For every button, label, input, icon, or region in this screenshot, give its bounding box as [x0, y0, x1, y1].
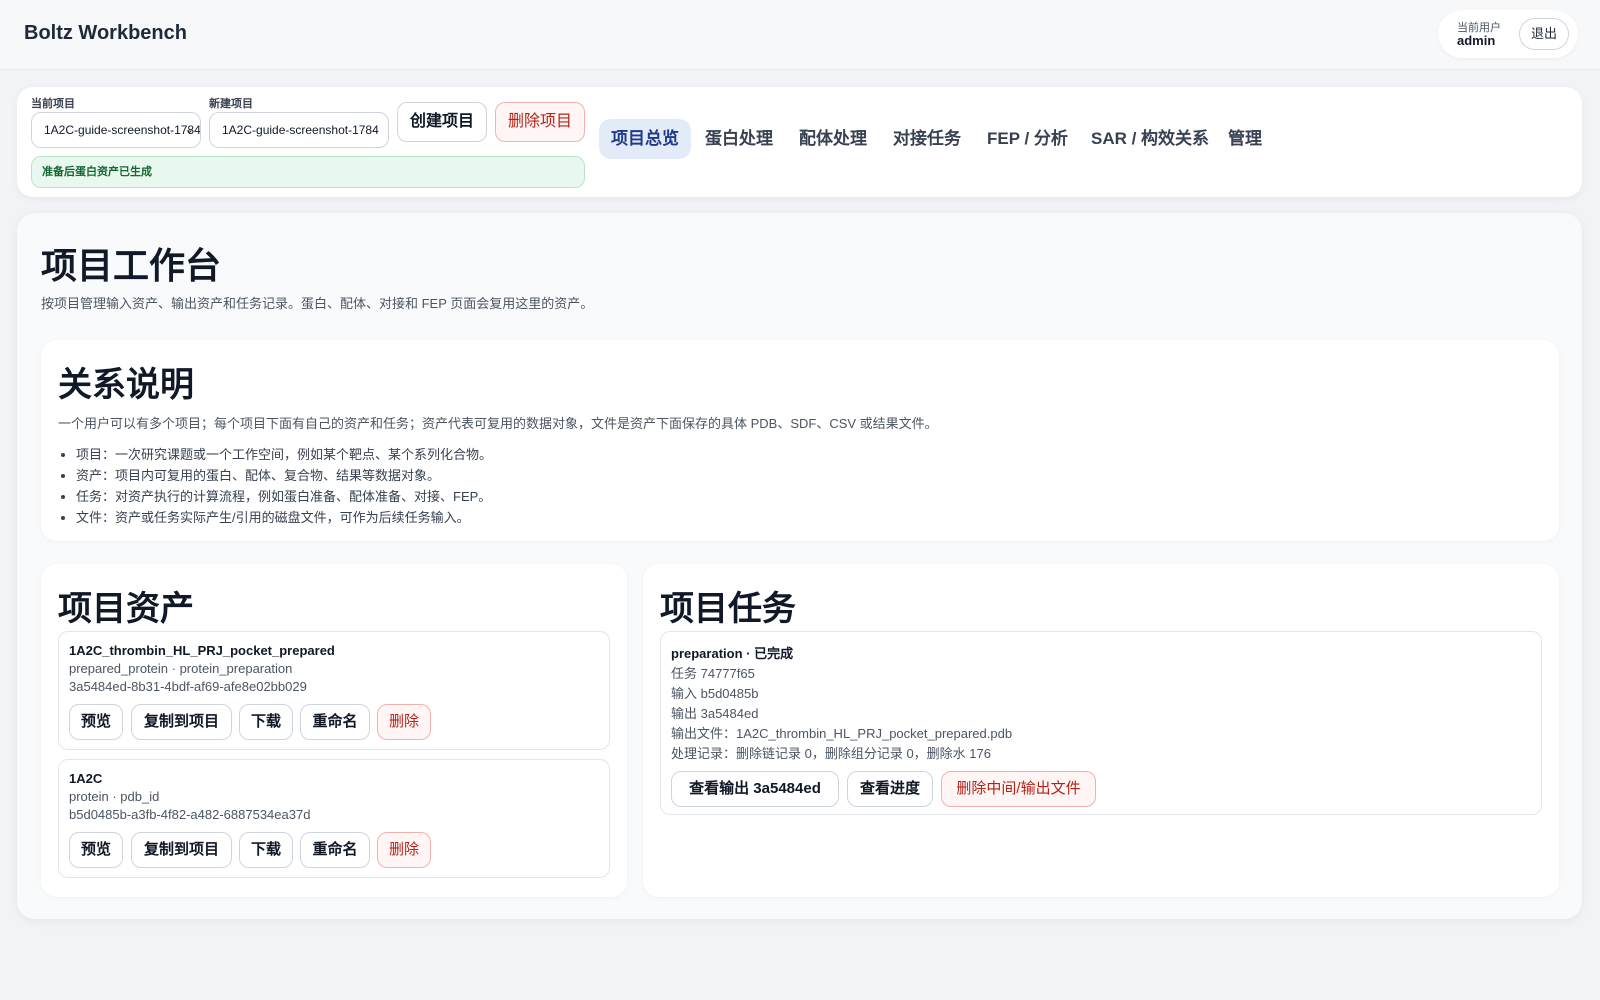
list-item: 任务：对资产执行的计算流程，例如蛋白准备、配体准备、对接、FEP。 [76, 486, 492, 507]
tab-ligand[interactable]: 配体处理 [787, 119, 879, 159]
page-title: 项目工作台 [41, 245, 222, 286]
task-card: preparation · 已完成 任务 74777f65 输入 b5d0485… [660, 631, 1542, 815]
download-button[interactable]: 下载 [239, 832, 293, 868]
relations-title: 关系说明 [58, 366, 194, 404]
preview-button[interactable]: 预览 [69, 704, 123, 740]
new-project-value: 1A2C-guide-screenshot-1784 [222, 123, 379, 137]
new-project-input[interactable]: 1A2C-guide-screenshot-1784 [209, 112, 389, 148]
task-log: 处理记录：删除链记录 0，删除组分记录 0，删除水 176 [671, 746, 991, 761]
delete-asset-button[interactable]: 删除 [377, 832, 431, 868]
view-output-button[interactable]: 查看输出 3a5484ed [671, 771, 839, 807]
assets-panel: 项目资产 1A2C_thrombin_HL_PRJ_pocket_prepare… [41, 564, 627, 897]
asset-name: 1A2C_thrombin_HL_PRJ_pocket_prepared [69, 643, 335, 658]
copy-to-project-button[interactable]: 复制到项目 [131, 704, 232, 740]
list-item: 资产：项目内可复用的蛋白、配体、复合物、结果等数据对象。 [76, 465, 492, 486]
relations-panel: 关系说明 一个用户可以有多个项目；每个项目下面有自己的资产和任务；资产代表可复用… [41, 340, 1559, 541]
tasks-title: 项目任务 [660, 590, 796, 628]
tab-docking[interactable]: 对接任务 [881, 119, 973, 159]
app-header: Boltz Workbench 当前用户 admin 退出 [0, 0, 1600, 70]
preview-button[interactable]: 预览 [69, 832, 123, 868]
create-project-button[interactable]: 创建项目 [397, 102, 487, 142]
task-output-file: 输出文件：1A2C_thrombin_HL_PRJ_pocket_prepare… [671, 726, 1013, 741]
asset-id: 3a5484ed-8b31-4bdf-af69-afe8e02bb029 [69, 679, 307, 694]
new-project-label: 新建项目 [209, 98, 253, 110]
page-subtitle: 按项目管理输入资产、输出资产和任务记录。蛋白、配体、对接和 FEP 页面会复用这… [41, 296, 594, 311]
asset-name: 1A2C [69, 771, 103, 786]
asset-card: 1A2C protein · pdb_id b5d0485b-a3fb-4f82… [58, 759, 610, 878]
tab-sar[interactable]: SAR / 构效关系 [1079, 119, 1221, 159]
project-workspace: 项目工作台 按项目管理输入资产、输出资产和任务记录。蛋白、配体、对接和 FEP … [17, 213, 1582, 919]
delete-files-button[interactable]: 删除中间/输出文件 [941, 771, 1096, 807]
user-box: 当前用户 admin 退出 [1438, 10, 1578, 58]
chevron-down-icon: ⌄ [184, 124, 194, 136]
tab-protein[interactable]: 蛋白处理 [693, 119, 785, 159]
tab-project-overview[interactable]: 项目总览 [599, 119, 691, 159]
delete-project-button[interactable]: 删除项目 [495, 102, 585, 142]
assets-title: 项目资产 [58, 590, 194, 628]
tab-fep[interactable]: FEP / 分析 [975, 119, 1080, 159]
relations-description: 一个用户可以有多个项目；每个项目下面有自己的资产和任务；资产代表可复用的数据对象… [58, 416, 938, 431]
current-project-value: 1A2C-guide-screenshot-1784 [44, 123, 201, 137]
project-toolbar: 当前项目 1A2C-guide-screenshot-1784 ⌄ 新建项目 1… [17, 87, 1582, 197]
tab-admin[interactable]: 管理 [1216, 119, 1274, 159]
copy-to-project-button[interactable]: 复制到项目 [131, 832, 232, 868]
download-button[interactable]: 下载 [239, 704, 293, 740]
current-project-select[interactable]: 1A2C-guide-screenshot-1784 ⌄ [31, 112, 201, 148]
task-output: 输出 3a5484ed [671, 706, 759, 721]
status-message: 准备后蛋白资产已生成 [31, 156, 585, 188]
current-project-label: 当前项目 [31, 98, 75, 110]
tasks-panel: 项目任务 preparation · 已完成 任务 74777f65 输入 b5… [643, 564, 1559, 897]
list-item: 文件：资产或任务实际产生/引用的磁盘文件，可作为后续任务输入。 [76, 507, 492, 528]
relations-list: 项目：一次研究课题或一个工作空间，例如某个靶点、某个系列化合物。 资产：项目内可… [76, 444, 492, 528]
rename-button[interactable]: 重命名 [300, 704, 370, 740]
current-user-name: admin [1457, 33, 1496, 48]
task-id: 任务 74777f65 [671, 666, 755, 681]
asset-id: b5d0485b-a3fb-4f82-a482-6887534ea37d [69, 807, 311, 822]
task-input: 输入 b5d0485b [671, 686, 759, 701]
delete-asset-button[interactable]: 删除 [377, 704, 431, 740]
app-title: Boltz Workbench [24, 22, 187, 44]
rename-button[interactable]: 重命名 [300, 832, 370, 868]
asset-type: protein · pdb_id [69, 789, 160, 804]
asset-card: 1A2C_thrombin_HL_PRJ_pocket_prepared pre… [58, 631, 610, 750]
task-header: preparation · 已完成 [671, 646, 794, 661]
list-item: 项目：一次研究课题或一个工作空间，例如某个靶点、某个系列化合物。 [76, 444, 492, 465]
asset-type: prepared_protein · protein_preparation [69, 661, 293, 676]
view-progress-button[interactable]: 查看进度 [847, 771, 933, 807]
logout-button[interactable]: 退出 [1519, 18, 1569, 50]
